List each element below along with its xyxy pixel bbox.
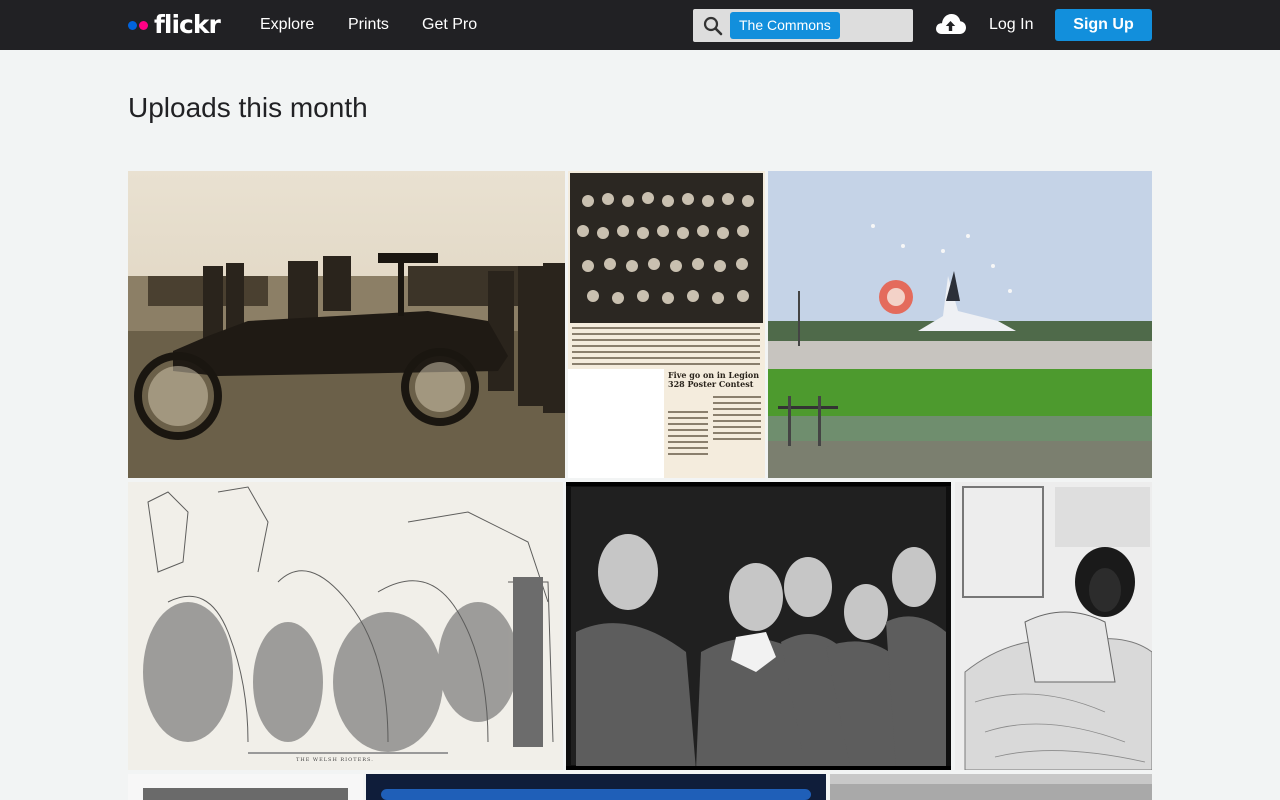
photo-tile-bed[interactable]: [955, 482, 1152, 770]
search-field[interactable]: The Commons: [693, 9, 913, 42]
photo-partial-3-image: [830, 774, 1152, 800]
photo-tile-engraving[interactable]: THE WELSH RIOTERS.: [128, 482, 563, 770]
photo-tile-car[interactable]: [128, 171, 565, 478]
photo-tile-partial-1[interactable]: [128, 774, 363, 800]
upload-cloud-icon[interactable]: [935, 12, 966, 36]
nav-explore-link[interactable]: Explore: [260, 15, 314, 35]
photo-engraving-image: [128, 482, 563, 770]
photo-tile-partial-2[interactable]: [366, 774, 826, 800]
photo-bed-image: [955, 482, 1152, 770]
photo-partial-1-image: [128, 774, 363, 800]
nav-prints-link[interactable]: Prints: [348, 15, 389, 35]
photo-newspaper-image: [568, 171, 765, 478]
photo-car-image: [128, 171, 565, 478]
photo-tile-newspaper[interactable]: Five go on in Legion 328 Poster Contest: [568, 171, 765, 478]
photo-partial-2-image: [366, 774, 826, 800]
photo-tile-partial-3[interactable]: [830, 774, 1152, 800]
engraving-caption: THE WELSH RIOTERS.: [296, 757, 374, 763]
logo-blue-dot: [128, 20, 137, 30]
page-title: Uploads this month: [128, 92, 368, 123]
logo-text: flickr: [154, 10, 221, 39]
top-navigation-bar: flickr Explore Prints Get Pro The Common…: [0, 0, 1280, 50]
search-icon[interactable]: [703, 16, 723, 36]
log-in-link[interactable]: Log In: [989, 15, 1033, 35]
nav-get-pro-link[interactable]: Get Pro: [422, 15, 477, 35]
photo-tile-shuttle[interactable]: [768, 171, 1152, 478]
sign-up-button[interactable]: Sign Up: [1055, 9, 1152, 41]
newspaper-headline: Five go on in Legion 328 Poster Contest: [668, 370, 760, 389]
flickr-logo[interactable]: flickr: [128, 10, 221, 39]
photo-audience-image: [566, 482, 951, 770]
search-scope-chip[interactable]: The Commons: [730, 12, 840, 39]
logo-pink-dot: [139, 20, 148, 30]
photo-tile-audience[interactable]: [566, 482, 951, 770]
photo-shuttle-image: [768, 171, 1152, 478]
